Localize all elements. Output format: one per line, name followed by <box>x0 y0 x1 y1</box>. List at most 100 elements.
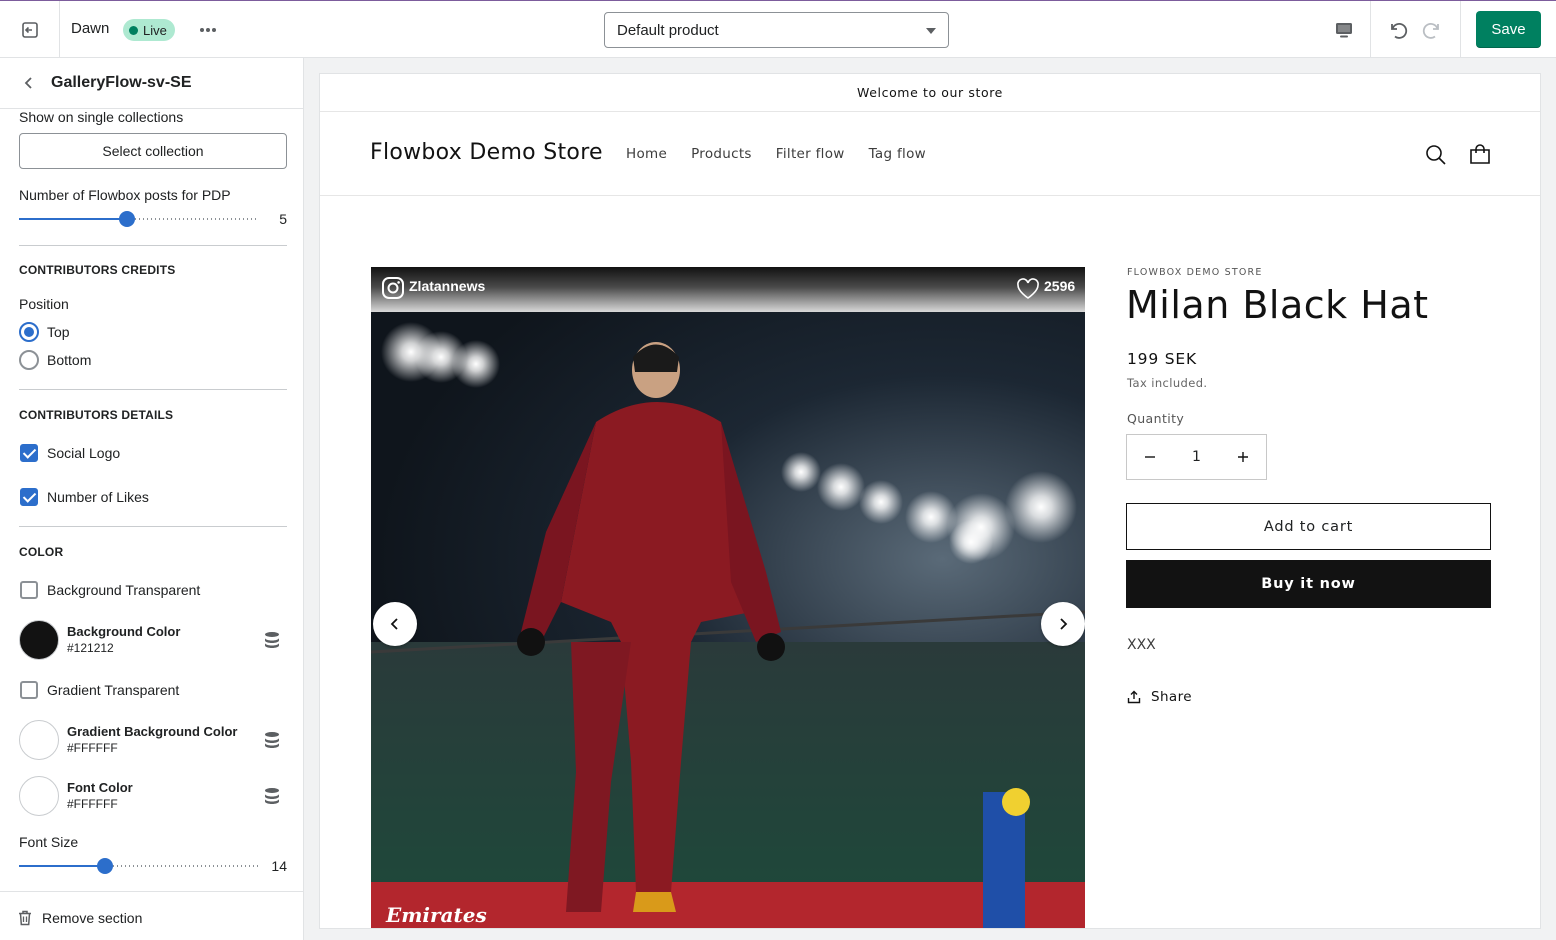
post-username[interactable]: Zlatannews <box>409 278 485 294</box>
post-photo: Emirates <box>371 322 1085 928</box>
quantity-stepper: 1 <box>1126 434 1267 480</box>
instagram-icon <box>382 277 404 299</box>
undo-button[interactable] <box>1384 17 1410 43</box>
posts-slider-value: 5 <box>279 211 287 227</box>
cart-button[interactable] <box>1467 142 1493 168</box>
posts-slider-label: Number of Flowbox posts for PDP <box>19 187 231 203</box>
select-collection-button[interactable]: Select collection <box>19 133 287 169</box>
show-on-label: Show on single collections <box>19 109 184 125</box>
position-top-radio[interactable] <box>19 322 39 342</box>
font-color-name: Font Color <box>67 780 133 795</box>
gallery-next-button[interactable] <box>1041 602 1085 646</box>
stadium-ad-text: Emirates <box>385 903 487 927</box>
dynamic-source-button[interactable] <box>262 786 282 806</box>
live-label: Live <box>143 22 167 38</box>
credits-heading: CONTRIBUTORS CREDITS <box>19 263 176 277</box>
search-button[interactable] <box>1423 142 1449 168</box>
add-to-cart-button[interactable]: Add to cart <box>1126 503 1491 550</box>
template-select[interactable]: Default product <box>604 12 949 48</box>
chevron-left-icon <box>390 618 398 630</box>
slider-thumb[interactable] <box>97 858 113 874</box>
settings-sidebar: GalleryFlow-sv-SE Show on single collect… <box>0 58 304 940</box>
dynamic-source-button[interactable] <box>262 730 282 750</box>
store-preview: Welcome to our store Flowbox Demo Store … <box>319 73 1541 929</box>
trash-icon <box>19 910 31 926</box>
number-of-likes-checkbox[interactable] <box>20 488 38 506</box>
flowbox-gallery: Zlatannews 2596 Emirates <box>371 267 1085 928</box>
store-nav: Home Products Filter flow Tag flow <box>626 146 926 162</box>
save-button[interactable]: Save <box>1476 11 1541 48</box>
position-top-label: Top <box>47 324 70 340</box>
number-of-likes-label: Number of Likes <box>47 489 149 505</box>
section-title: GalleryFlow-sv-SE <box>51 74 192 91</box>
share-icon <box>1127 690 1141 704</box>
divider <box>19 245 287 246</box>
background-color-swatch[interactable] <box>19 620 59 660</box>
exit-icon <box>21 21 38 38</box>
template-select-value: Default product <box>617 21 719 39</box>
minus-icon <box>1145 456 1155 458</box>
quantity-label: Quantity <box>1127 411 1185 426</box>
post-image[interactable]: Emirates <box>371 312 1085 928</box>
quantity-input[interactable]: 1 <box>1173 435 1220 479</box>
more-actions-button[interactable] <box>196 18 220 42</box>
back-button[interactable] <box>18 72 40 94</box>
nav-item-products[interactable]: Products <box>691 146 752 162</box>
chevron-left-icon <box>24 77 32 89</box>
position-bottom-label: Bottom <box>47 352 92 368</box>
product-vendor: FLOWBOX DEMO STORE <box>1127 267 1263 278</box>
nav-item-tag-flow[interactable]: Tag flow <box>869 146 926 162</box>
gallery-prev-button[interactable] <box>373 602 417 646</box>
nav-item-filter-flow[interactable]: Filter flow <box>776 146 845 162</box>
slider-track <box>105 865 259 867</box>
announcement-bar: Welcome to our store <box>320 74 1540 112</box>
exit-editor-button[interactable] <box>0 1 60 58</box>
background-transparent-checkbox[interactable] <box>20 581 38 599</box>
share-button[interactable]: Share <box>1127 689 1192 705</box>
nav-item-home[interactable]: Home <box>626 146 667 162</box>
search-icon <box>1426 145 1446 165</box>
background-color-name: Background Color <box>67 624 181 639</box>
chevron-right-icon <box>1060 618 1068 630</box>
quantity-increase-button[interactable] <box>1220 435 1266 479</box>
product-title: Milan Black Hat <box>1126 283 1429 327</box>
social-logo-checkbox[interactable] <box>20 444 38 462</box>
theme-name: Dawn <box>71 20 110 37</box>
gradient-color-swatch[interactable] <box>19 720 59 760</box>
sidebar-header: GalleryFlow-sv-SE <box>0 58 303 109</box>
post-header: Zlatannews 2596 <box>371 267 1085 312</box>
dynamic-source-button[interactable] <box>262 630 282 650</box>
font-size-slider[interactable] <box>19 858 259 874</box>
remove-section-label: Remove section <box>42 910 143 926</box>
slider-thumb[interactable] <box>119 211 135 227</box>
posts-slider[interactable] <box>19 211 259 227</box>
position-bottom-radio[interactable] <box>19 350 39 370</box>
font-color-hex: #FFFFFF <box>67 797 118 811</box>
cart-icon <box>1470 144 1490 164</box>
plus-icon <box>1238 452 1248 462</box>
details-heading: CONTRIBUTORS DETAILS <box>19 408 174 422</box>
font-size-value: 14 <box>271 858 287 874</box>
buy-now-button[interactable]: Buy it now <box>1126 560 1491 608</box>
gradient-transparent-checkbox[interactable] <box>20 681 38 699</box>
ellipsis-icon <box>200 28 216 32</box>
slider-track <box>127 218 259 220</box>
quantity-decrease-button[interactable] <box>1127 435 1173 479</box>
redo-icon <box>1422 23 1439 39</box>
database-icon <box>265 732 279 748</box>
desktop-icon <box>1336 23 1352 38</box>
slider-fill <box>19 218 127 220</box>
share-label: Share <box>1151 689 1192 705</box>
font-color-swatch[interactable] <box>19 776 59 816</box>
undo-icon <box>1391 23 1408 39</box>
store-logo-text[interactable]: Flowbox Demo Store <box>370 140 603 165</box>
desktop-view-button[interactable] <box>1330 17 1358 43</box>
gradient-transparent-label: Gradient Transparent <box>47 682 180 698</box>
background-color-hex: #121212 <box>67 641 114 655</box>
toolbar-divider <box>1460 1 1461 58</box>
store-header: Flowbox Demo Store Home Products Filter … <box>320 112 1540 196</box>
gradient-color-hex: #FFFFFF <box>67 741 118 755</box>
remove-section-button[interactable]: Remove section <box>18 910 142 926</box>
post-likes-count: 2596 <box>1044 278 1076 294</box>
redo-button[interactable] <box>1420 17 1446 43</box>
